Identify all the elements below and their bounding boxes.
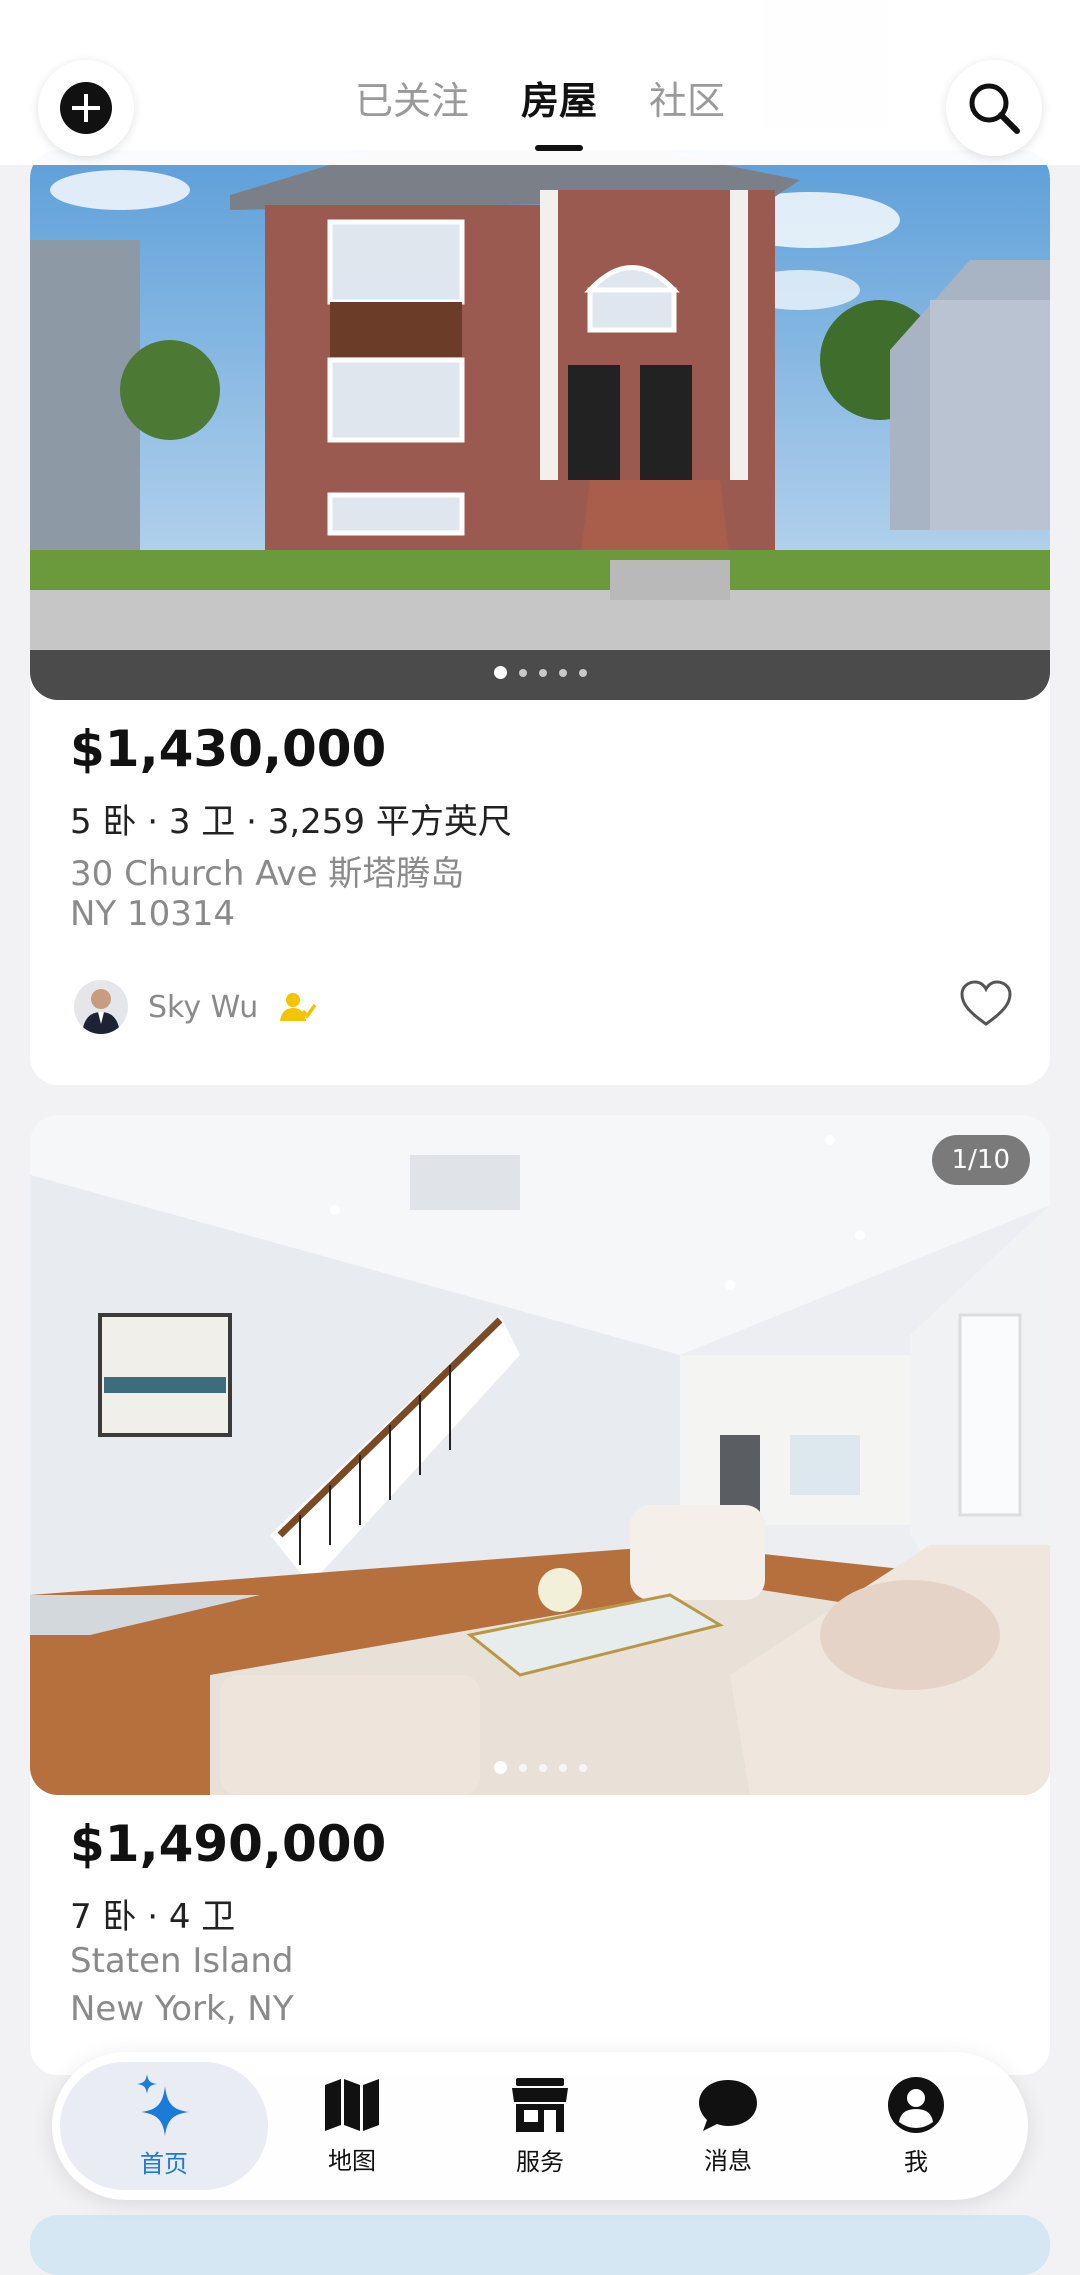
nav-services[interactable]: 服务 [465,2052,615,2200]
tab-following[interactable]: 已关注 [355,70,469,125]
pagination-dot [538,1763,547,1772]
listing-specs: 7 卧 · 4 卫 [70,1897,236,1937]
map-icon [325,2078,379,2131]
photo-counter: 1/10 [931,1135,1030,1185]
pagination-dot [493,666,507,679]
pagination-dot [558,1763,567,1772]
nav-me-label: 我 [904,2147,928,2176]
verified-agent-icon [280,993,317,1021]
pagination-dot [538,668,547,677]
favorite-heart-icon[interactable] [960,980,1012,1028]
living-room-image [30,1115,1050,1795]
listing-price: $1,430,000 [70,720,387,778]
photo-pagination [30,1761,1050,1774]
search-button[interactable] [946,60,1042,156]
agent-row[interactable]: Sky Wu [70,972,1020,1042]
listing-card[interactable]: 1/10 $1,490,000 7 卧 · 4 卫 Staten Island … [30,1115,1050,2075]
feed-tabs: 已关注 房屋 社区 [0,70,1080,125]
profile-icon [888,2076,944,2133]
nav-home[interactable]: 首页 [89,2052,239,2200]
listing-price: $1,490,000 [70,1815,387,1873]
search-icon [969,83,1020,134]
store-icon [512,2077,568,2132]
listing-address-line2: New York, NY [70,1989,294,2029]
house-exterior-image [30,150,1050,700]
listing-photo[interactable]: 1/10 [30,1115,1050,1795]
nav-messages[interactable]: 消息 [653,2052,803,2200]
agent-name[interactable]: Sky Wu [148,990,258,1025]
nav-me[interactable]: 我 [841,2052,991,2200]
listing-card-partial[interactable] [30,2215,1050,2275]
nav-map-label: 地图 [328,2146,376,2175]
nav-services-label: 服务 [516,2147,564,2176]
bottom-nav: 首页 地图 服务 消息 我 [52,2052,1028,2200]
tab-homes[interactable]: 房屋 [521,70,597,125]
pagination-dot [558,668,567,677]
nav-map[interactable]: 地图 [277,2052,427,2200]
nav-messages-label: 消息 [704,2146,752,2175]
listing-address-line2: NY 10314 [70,894,236,934]
avatar-image [74,980,128,1034]
agent-avatar[interactable] [74,980,128,1034]
pagination-dot [578,1763,587,1772]
pagination-dot [518,1763,527,1772]
sparkle-icon [137,2073,189,2136]
nav-home-label: 首页 [140,2149,188,2178]
listing-address-line1: Staten Island [70,1941,294,1981]
pagination-dot [518,668,527,677]
pagination-dot [578,668,587,677]
photo-pagination [30,666,1050,679]
pagination-dot [493,1761,507,1774]
listing-photo[interactable] [30,150,1050,700]
listing-specs: 5 卧 · 3 卫 · 3,259 平方英尺 [70,802,512,842]
top-bar: 已关注 房屋 社区 [0,0,1080,165]
tab-community[interactable]: 社区 [649,70,725,125]
listing-card[interactable]: $1,430,000 5 卧 · 3 卫 · 3,259 平方英尺 30 Chu… [30,150,1050,1085]
chat-bubble-icon [699,2079,757,2131]
listing-address-line1: 30 Church Ave 斯塔腾岛 [70,854,465,894]
